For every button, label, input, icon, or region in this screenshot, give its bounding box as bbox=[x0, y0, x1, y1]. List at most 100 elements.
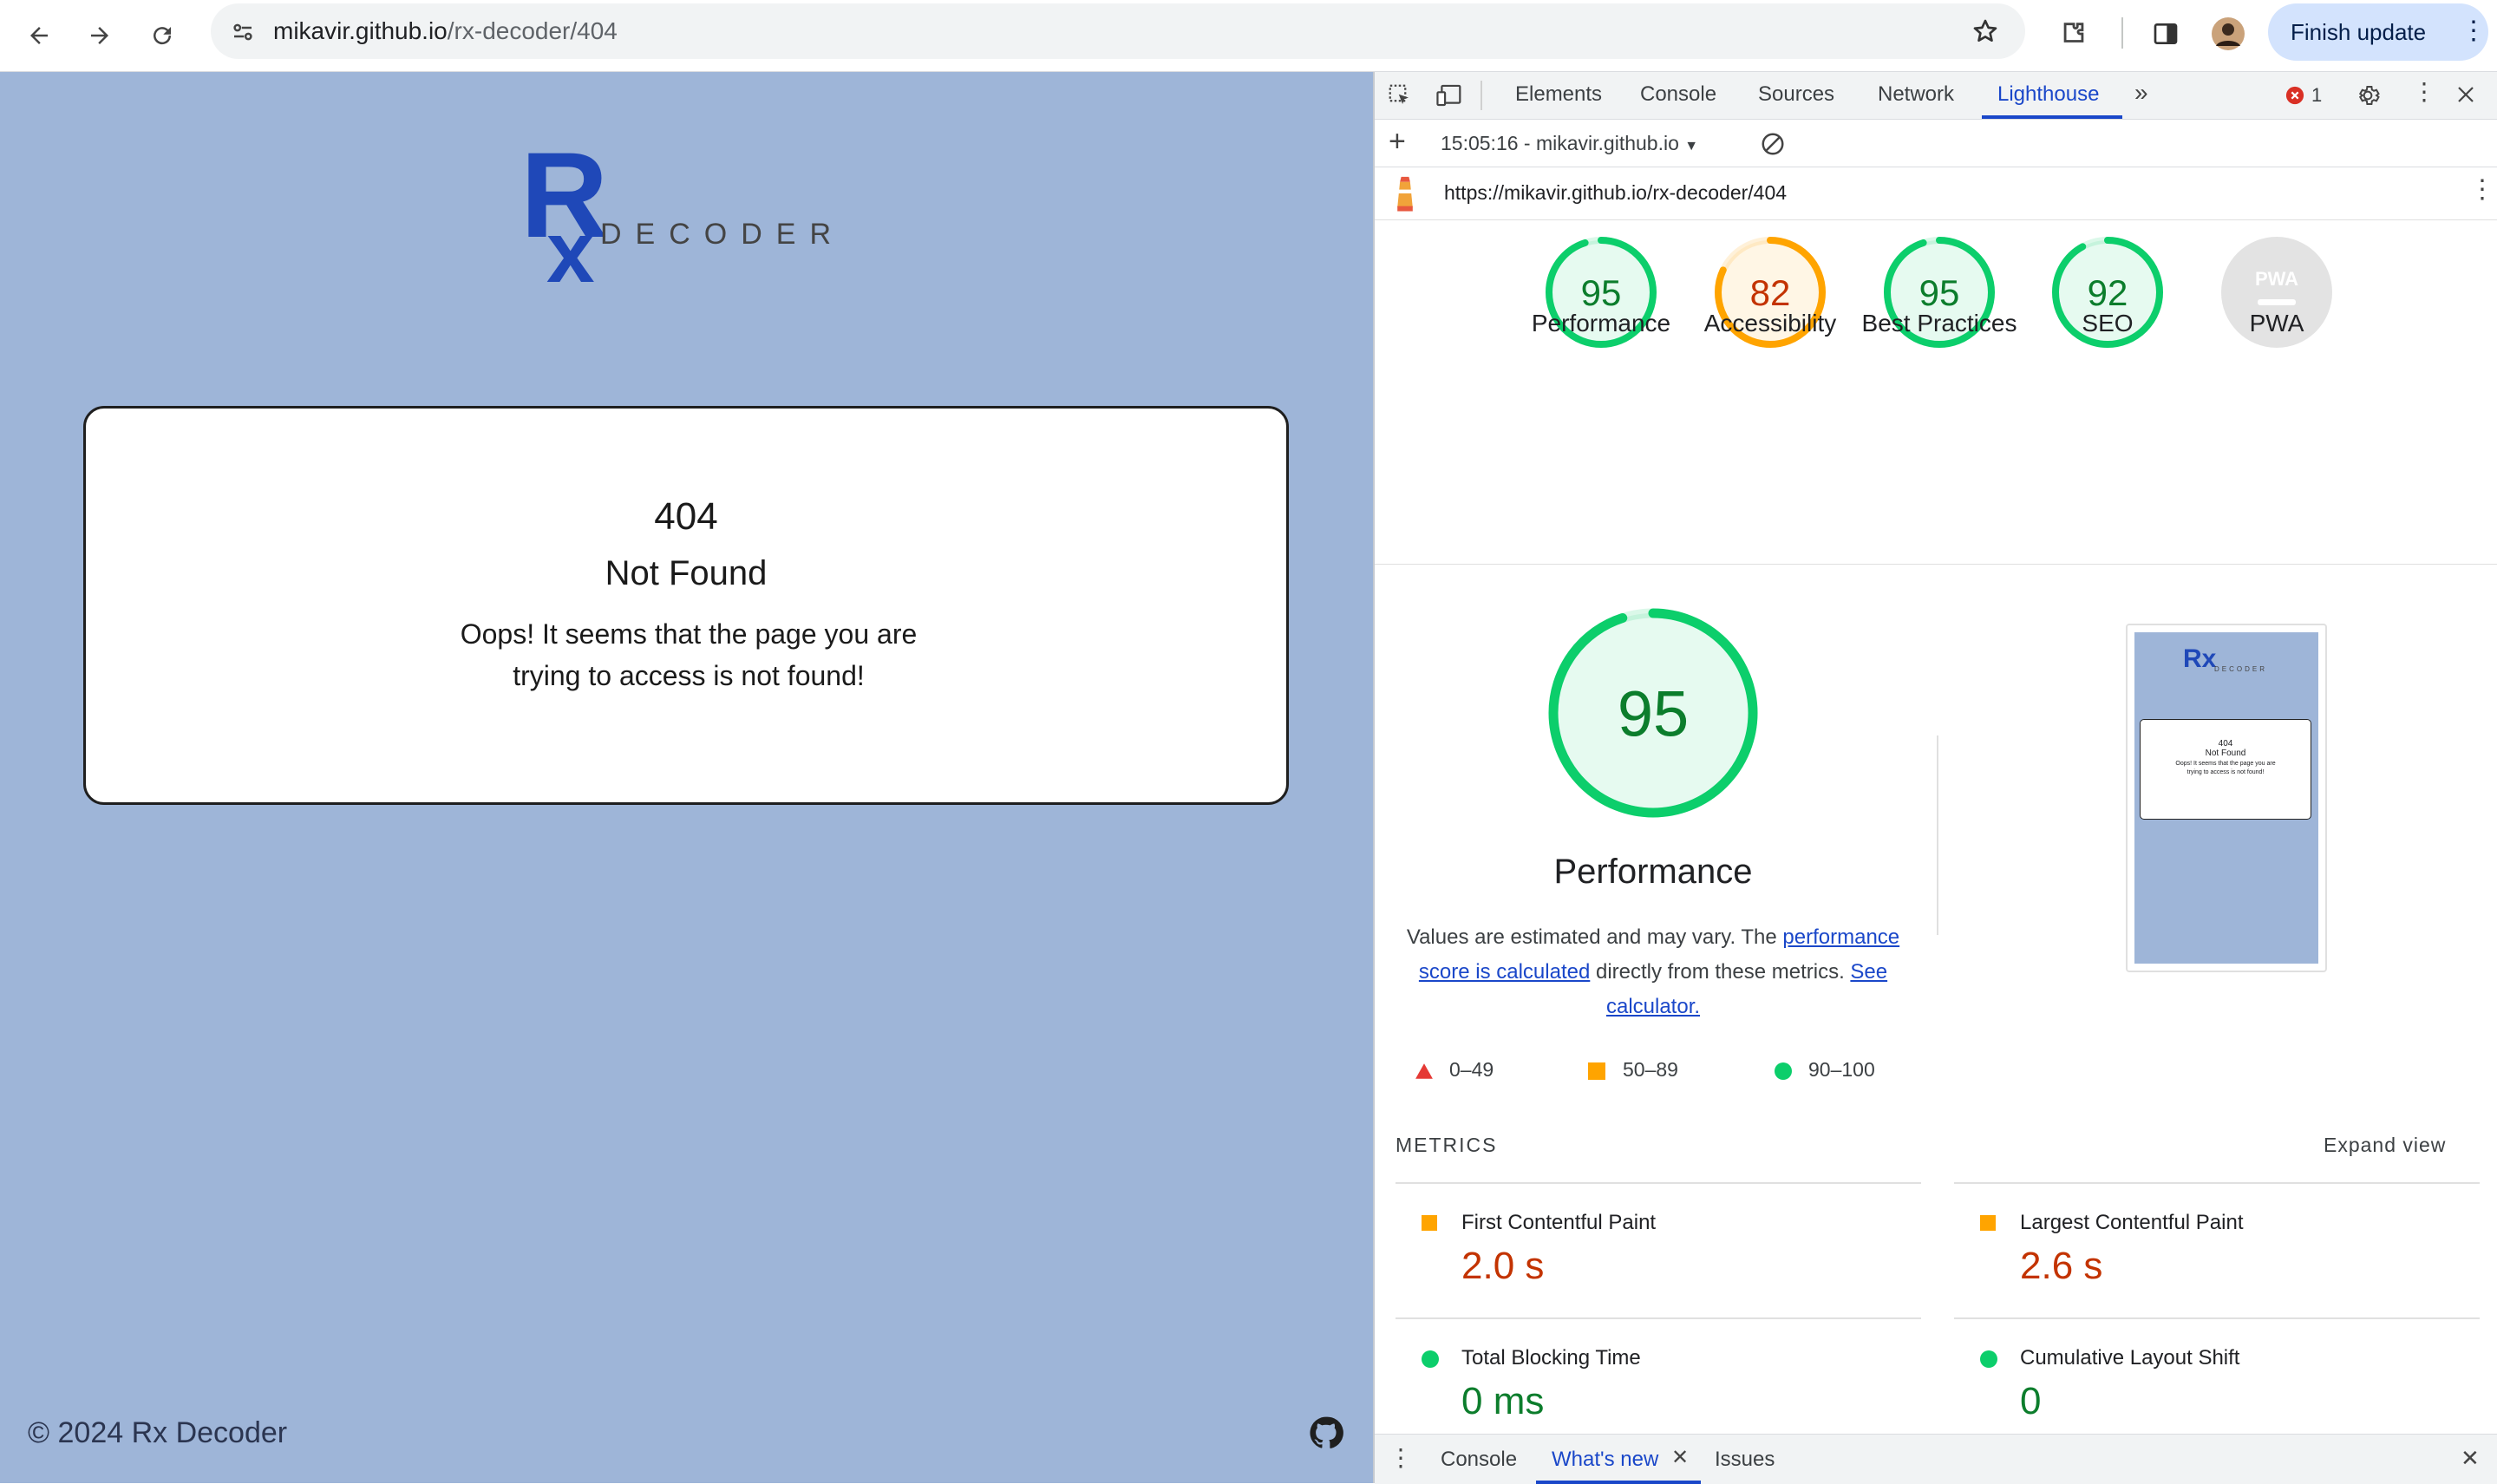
metric-name-lcp: Largest Contentful Paint bbox=[2020, 1211, 2244, 1234]
metric-value-lcp: 2.6 s bbox=[2020, 1245, 2103, 1287]
metric-value-tbt: 0 ms bbox=[1461, 1380, 1545, 1422]
extensions-button[interactable] bbox=[2050, 10, 2097, 57]
footer-copyright: © 2024 Rx Decoder bbox=[28, 1416, 288, 1449]
devtools-tabbar: Elements Console Sources Network Lightho… bbox=[1375, 72, 2497, 120]
error-code: 404 bbox=[654, 495, 718, 538]
dropdown-caret-icon: ▼ bbox=[1684, 139, 1699, 154]
forward-button[interactable] bbox=[78, 14, 121, 57]
metric-value-cls: 0 bbox=[2020, 1380, 2042, 1422]
new-report-icon[interactable]: + bbox=[1389, 125, 1406, 159]
error-card: 404 Not Found Oops! It seems that the pa… bbox=[83, 406, 1289, 805]
close-devtools-icon[interactable] bbox=[2455, 84, 2476, 105]
metric-name-cls: Cumulative Layout Shift bbox=[2020, 1346, 2240, 1370]
error-count[interactable]: 1 bbox=[2311, 84, 2322, 107]
legend-average: 50–89 bbox=[1623, 1058, 1678, 1081]
thumbnail-page: Rx DECODER 404 Not Found Oops! It seems … bbox=[2134, 632, 2318, 964]
inspect-element-icon[interactable] bbox=[1387, 82, 1413, 108]
drawer-tab-whats-new[interactable]: What's new bbox=[1552, 1448, 1658, 1472]
active-tab-indicator bbox=[1982, 115, 2122, 119]
reload-button[interactable] bbox=[141, 14, 184, 57]
performance-gauge-large: 95 bbox=[1548, 608, 1758, 818]
github-icon[interactable] bbox=[1308, 1415, 1344, 1451]
thumbnail-title: Not Found bbox=[2205, 749, 2246, 758]
legend-pass: 90–100 bbox=[1808, 1058, 1875, 1081]
settings-gear-icon[interactable] bbox=[2355, 82, 2381, 108]
tab-console[interactable]: Console bbox=[1640, 82, 1716, 107]
puzzle-icon bbox=[2063, 23, 2084, 42]
close-whats-new-icon[interactable]: ✕ bbox=[1671, 1445, 1689, 1470]
devtools-panel: Elements Console Sources Network Lightho… bbox=[1373, 72, 2497, 1484]
metric-divider bbox=[1954, 1182, 2480, 1184]
tab-divider bbox=[1481, 81, 1482, 110]
avatar-icon bbox=[2212, 17, 2245, 50]
logo-text: DECODER bbox=[600, 218, 846, 251]
url-text: mikavir.github.io/rx-decoder/404 bbox=[273, 17, 618, 44]
tab-lighthouse[interactable]: Lighthouse bbox=[1997, 82, 2099, 107]
description-prefix: Values are estimated and may vary. The bbox=[1406, 925, 1783, 949]
rx-decoder-logo[interactable]: R x DECODER bbox=[520, 127, 859, 301]
thumbnail-logo: Rx bbox=[2183, 644, 2217, 673]
error-title: Not Found bbox=[605, 554, 768, 592]
finish-update-label: Finish update bbox=[2291, 18, 2427, 45]
metric-pass-icon bbox=[1422, 1350, 1439, 1368]
metric-name-fcp: First Contentful Paint bbox=[1461, 1211, 1657, 1234]
side-panel-button[interactable] bbox=[2142, 10, 2189, 57]
score-gauges: 95 82 95 92 PWA Performance Accessibility Be… bbox=[1375, 219, 2497, 565]
close-drawer-icon[interactable]: ✕ bbox=[2461, 1445, 2480, 1472]
browser-toolbar: mikavir.github.io/rx-decoder/404 Finish … bbox=[0, 0, 2497, 72]
profile-avatar[interactable] bbox=[2205, 10, 2252, 57]
error-icon[interactable] bbox=[2285, 86, 2304, 105]
drawer-active-indicator bbox=[1536, 1481, 1701, 1484]
device-toolbar-icon[interactable] bbox=[1435, 82, 1463, 108]
kebab-menu-icon: ⋮ bbox=[2461, 16, 2487, 45]
address-bar[interactable]: mikavir.github.io/rx-decoder/404 bbox=[211, 3, 2025, 59]
web-page: R x DECODER 404 Not Found Oops! It seems… bbox=[0, 72, 1373, 1483]
legend-average-icon bbox=[1588, 1062, 1605, 1080]
metrics-heading: METRICS bbox=[1396, 1134, 1498, 1156]
drawer-tab-console[interactable]: Console bbox=[1441, 1448, 1517, 1472]
performance-heading: Performance bbox=[1553, 853, 1753, 891]
site-settings-icon[interactable] bbox=[230, 19, 256, 45]
gauge-label-best-practices[interactable]: Best Practices bbox=[1857, 306, 2022, 341]
report-url[interactable]: https://mikavir.github.io/rx-decoder/404 bbox=[1444, 181, 1787, 205]
page-screenshot-thumbnail[interactable]: Rx DECODER 404 Not Found Oops! It seems … bbox=[2126, 624, 2327, 972]
drawer-tab-issues[interactable]: Issues bbox=[1715, 1448, 1775, 1472]
report-url-bar: https://mikavir.github.io/rx-decoder/404… bbox=[1375, 167, 2497, 220]
pwa-badge-text: PWA bbox=[2255, 268, 2298, 290]
lighthouse-toolbar: + 15:05:16 - mikavir.github.io ▼ bbox=[1375, 120, 2497, 167]
metric-pass-icon bbox=[1980, 1350, 1997, 1368]
thumbnail-logo-text: DECODER bbox=[2214, 665, 2268, 673]
tab-sources[interactable]: Sources bbox=[1758, 82, 1834, 107]
tab-elements[interactable]: Elements bbox=[1515, 82, 1602, 107]
devtools-menu-icon[interactable]: ⋮ bbox=[2412, 77, 2436, 106]
arrow-left-icon bbox=[30, 27, 48, 44]
back-button[interactable] bbox=[17, 14, 61, 57]
report-selector[interactable]: 15:05:16 - mikavir.github.io ▼ bbox=[1441, 132, 1698, 155]
drawer-menu-icon[interactable]: ⋮ bbox=[1389, 1443, 1413, 1472]
report-menu-icon[interactable]: ⋮ bbox=[2469, 174, 2495, 205]
reload-icon bbox=[154, 27, 172, 45]
tab-network[interactable]: Network bbox=[1878, 82, 1954, 107]
clear-reports-icon[interactable] bbox=[1760, 131, 1786, 157]
summary-divider bbox=[1937, 735, 1938, 935]
arrow-right-icon bbox=[91, 27, 108, 44]
gauge-label-pwa[interactable]: PWA bbox=[2194, 306, 2359, 341]
gauge-label-performance[interactable]: Performance bbox=[1519, 306, 1683, 341]
lighthouse-icon bbox=[1397, 176, 1413, 212]
bookmark-star-icon[interactable] bbox=[1971, 17, 1999, 45]
metric-value-fcp: 2.0 s bbox=[1461, 1245, 1545, 1287]
thumbnail-code: 404 bbox=[2218, 739, 2233, 749]
metric-divider bbox=[1954, 1317, 2480, 1319]
performance-gauge-ring[interactable]: 95 bbox=[1548, 608, 1758, 818]
svg-text:x: x bbox=[546, 204, 595, 291]
side-panel-icon bbox=[2154, 23, 2178, 44]
expand-view-button[interactable]: Expand view bbox=[2324, 1134, 2446, 1157]
finish-update-button[interactable]: Finish update ⋮ bbox=[2268, 3, 2488, 61]
more-tabs-icon[interactable]: » bbox=[2134, 79, 2148, 107]
gauge-score: 95 bbox=[1618, 678, 1689, 750]
gauge-label-seo[interactable]: SEO bbox=[2025, 306, 2190, 341]
legend-fail: 0–49 bbox=[1449, 1058, 1494, 1081]
metric-divider bbox=[1396, 1317, 1921, 1319]
gauge-label-accessibility[interactable]: Accessibility bbox=[1688, 306, 1853, 341]
logo-mark: R x bbox=[520, 127, 608, 301]
